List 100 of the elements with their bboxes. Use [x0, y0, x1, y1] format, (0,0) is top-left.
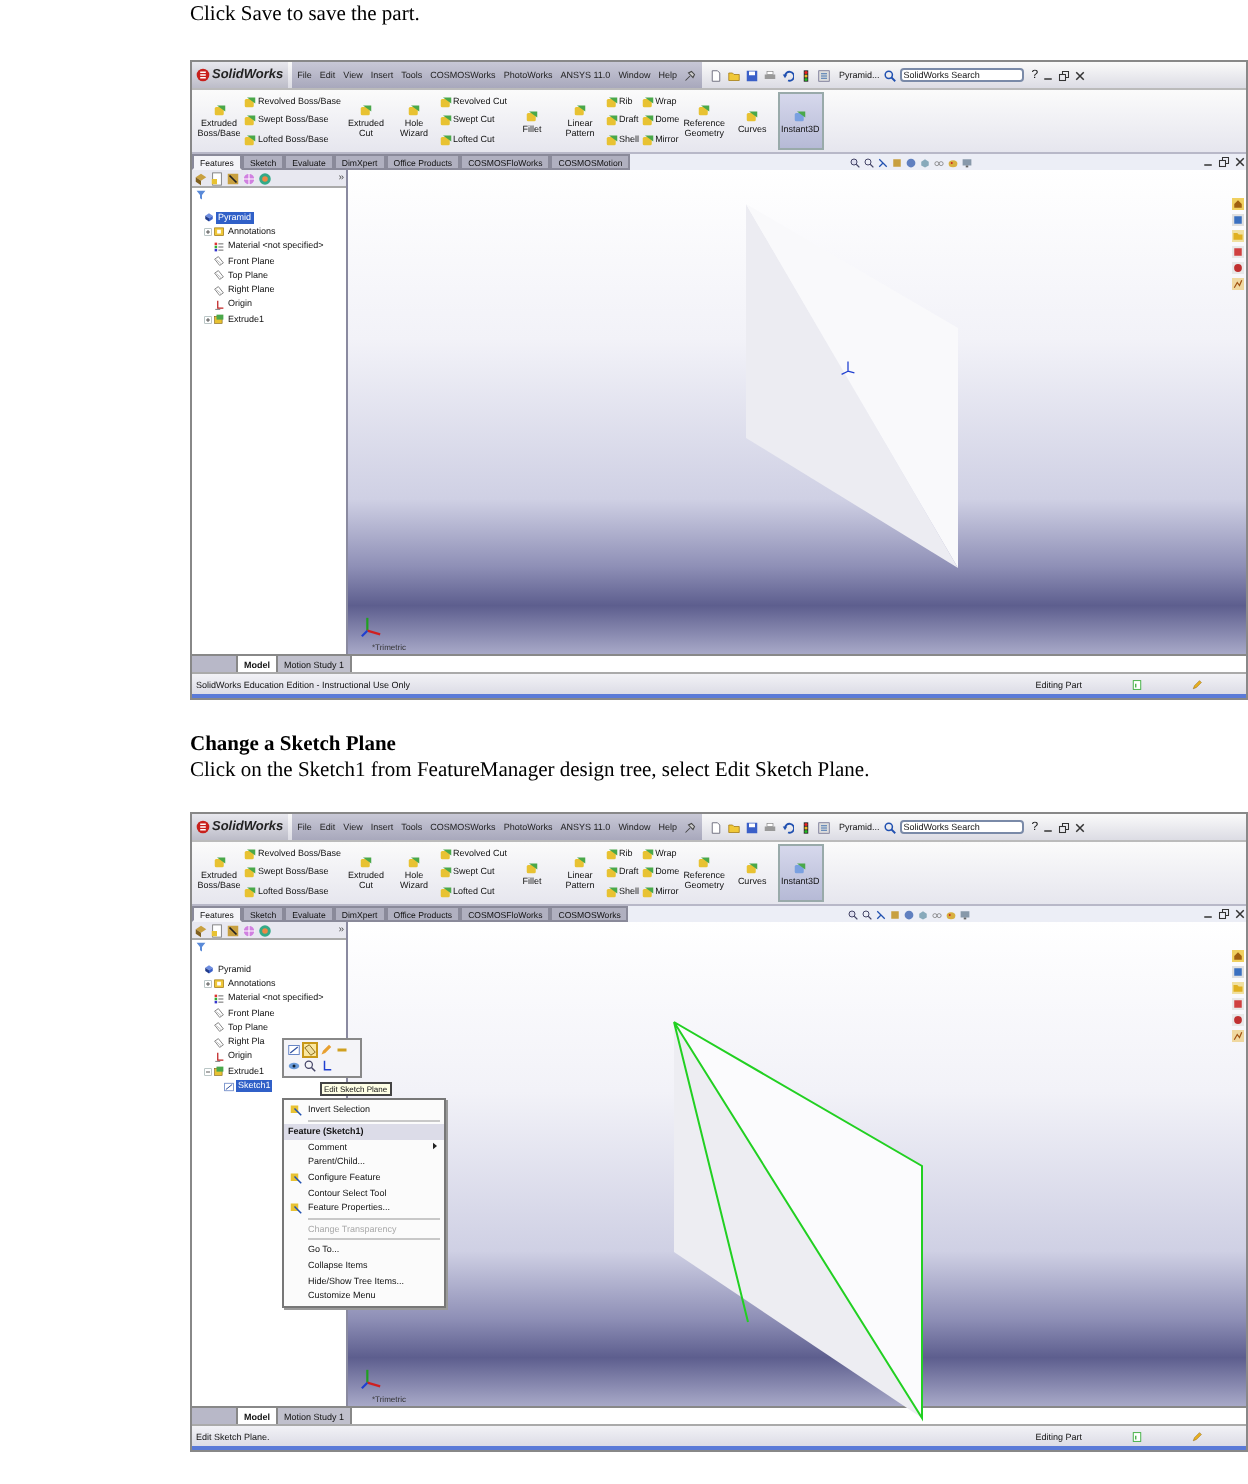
expand-icon[interactable] — [204, 227, 212, 236]
sketch-icon[interactable] — [288, 1044, 300, 1056]
zoom-icon[interactable] — [850, 157, 861, 167]
pin-icon[interactable] — [684, 69, 697, 81]
palette-icon[interactable] — [1232, 246, 1244, 258]
zoom-icon[interactable] — [864, 157, 875, 167]
tree-tab-icon[interactable] — [194, 923, 208, 937]
new-document-icon[interactable] — [710, 821, 723, 833]
options-icon[interactable] — [818, 821, 831, 833]
print-icon[interactable] — [764, 69, 777, 81]
collapse-icon[interactable] — [204, 1067, 212, 1076]
pin-icon[interactable] — [684, 821, 697, 833]
palette-icon[interactable] — [948, 157, 959, 167]
tool-icon — [213, 856, 225, 868]
monitor-icon[interactable] — [962, 157, 973, 167]
undo-icon[interactable] — [782, 69, 795, 81]
library-icon[interactable] — [1232, 966, 1244, 978]
save-icon[interactable] — [746, 821, 759, 833]
tool-icon — [605, 866, 618, 879]
tool-icon — [360, 104, 373, 116]
pencil-icon[interactable] — [1192, 679, 1202, 689]
tool-icon — [574, 856, 587, 868]
tool-icon — [439, 886, 452, 899]
striped-icon — [214, 241, 224, 252]
search-icon[interactable] — [883, 69, 896, 81]
print-icon[interactable] — [764, 821, 777, 833]
tool-icon — [213, 104, 225, 116]
tool-icon — [698, 856, 711, 868]
sphere-icon[interactable] — [906, 157, 917, 167]
folder-icon[interactable] — [728, 821, 741, 833]
tool-icon — [574, 104, 587, 116]
options-icon[interactable] — [818, 69, 831, 81]
expand-icon[interactable] — [204, 979, 212, 988]
new-document-icon[interactable] — [710, 69, 723, 81]
close-icon[interactable] — [1074, 69, 1087, 81]
close-icon[interactable] — [1074, 821, 1087, 833]
restore-icon[interactable] — [1058, 821, 1071, 833]
library-icon[interactable] — [1232, 214, 1244, 226]
tool-icon — [641, 95, 654, 108]
help-icon[interactable] — [1132, 679, 1142, 689]
restore-icon[interactable] — [1058, 69, 1071, 81]
instruction-text: Click Save to save the part. — [190, 2, 422, 28]
menu-item-icon — [290, 1103, 302, 1116]
folder-icon — [214, 978, 224, 989]
logo-icon — [196, 68, 210, 82]
chart-icon[interactable] — [1232, 1030, 1244, 1042]
menu-item-icon — [290, 1201, 302, 1214]
tool-icon — [641, 866, 654, 879]
sphere-icon[interactable] — [1232, 262, 1244, 274]
plane-icon — [214, 1022, 224, 1033]
cube-icon — [204, 212, 214, 223]
close-icon[interactable] — [1234, 908, 1246, 920]
undo-icon[interactable] — [782, 821, 795, 833]
tool-icon — [641, 114, 654, 127]
display-icon[interactable] — [258, 923, 272, 937]
zoom-icon[interactable] — [304, 1060, 316, 1072]
folder-icon[interactable] — [728, 69, 741, 81]
instruction-text: Click on the Sketch1 from FeatureManager design tree, select Edit Sketch Plane. — [190, 758, 872, 784]
glasses-icon[interactable] — [932, 909, 943, 919]
search-icon[interactable] — [883, 821, 896, 833]
tool-icon — [439, 847, 452, 860]
tool-icon — [439, 134, 452, 147]
plane-icon[interactable] — [304, 1044, 316, 1056]
display-icon[interactable] — [258, 171, 272, 185]
zoom-icon[interactable] — [848, 909, 859, 919]
tool-icon — [794, 861, 807, 873]
cube-icon — [204, 964, 214, 975]
palette-icon[interactable] — [946, 909, 957, 919]
box-icon — [214, 314, 224, 325]
sphere-icon[interactable] — [1232, 1014, 1244, 1026]
restore-icon[interactable] — [1218, 908, 1230, 920]
menu-item-icon — [290, 1171, 302, 1184]
expand-icon[interactable] — [204, 315, 212, 324]
save-icon[interactable] — [746, 69, 759, 81]
tool-icon — [641, 847, 654, 860]
pencil-icon[interactable] — [1192, 1431, 1202, 1441]
home-icon[interactable] — [1232, 950, 1244, 962]
tool-icon — [605, 886, 618, 899]
sphere-icon[interactable] — [904, 909, 915, 919]
tool-icon — [605, 114, 618, 127]
zoom-icon[interactable] — [862, 909, 873, 919]
palette-icon[interactable] — [1232, 998, 1244, 1010]
tool-icon — [408, 856, 421, 868]
eye-icon[interactable] — [288, 1060, 300, 1072]
help-icon[interactable] — [1132, 1431, 1142, 1441]
tree-tab-icon[interactable] — [194, 171, 208, 185]
axes-icon — [214, 299, 224, 310]
pencil-icon[interactable] — [320, 1044, 332, 1056]
close-icon[interactable] — [1234, 156, 1246, 168]
axes-icon[interactable] — [320, 1060, 332, 1072]
tool-icon — [605, 95, 618, 108]
home-icon[interactable] — [1232, 198, 1244, 210]
logo-icon — [196, 820, 210, 834]
chart-icon[interactable] — [1232, 278, 1244, 290]
restore-icon[interactable] — [1218, 156, 1230, 168]
glasses-icon[interactable] — [934, 157, 945, 167]
sketch-icon — [224, 1081, 234, 1092]
tool-icon — [746, 109, 759, 121]
monitor-icon[interactable] — [960, 909, 971, 919]
tool-icon — [244, 866, 256, 879]
